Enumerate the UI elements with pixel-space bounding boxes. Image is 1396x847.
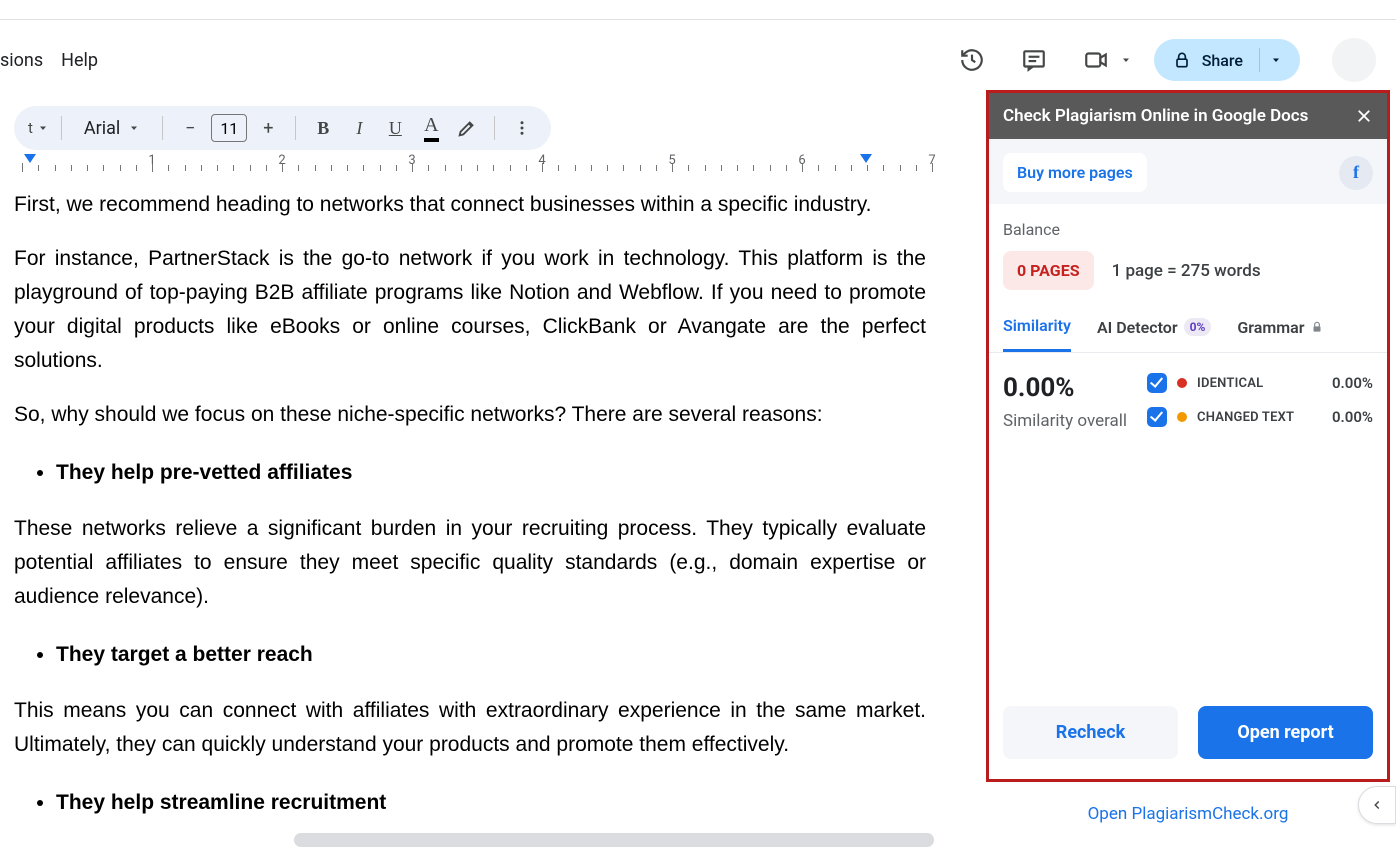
document-page[interactable]: First, we recommend heading to networks … xyxy=(14,188,934,847)
highlight-button[interactable] xyxy=(452,113,482,143)
menu-extensions[interactable]: sions xyxy=(0,50,43,71)
tab-ai-detector[interactable]: AI Detector 0% xyxy=(1097,316,1211,352)
balance-label: Balance xyxy=(1003,220,1373,239)
chevron-down-icon xyxy=(1270,54,1282,66)
ruler-label: 2 xyxy=(278,153,285,168)
fontsize-increase[interactable]: + xyxy=(253,113,283,143)
more-formatting-icon[interactable] xyxy=(507,113,537,143)
recheck-button[interactable]: Recheck xyxy=(1003,706,1178,759)
italic-button[interactable]: I xyxy=(344,113,374,143)
ruler-label: 3 xyxy=(408,153,415,168)
ruler-label: 6 xyxy=(798,153,805,168)
paragraph: First, we recommend heading to networks … xyxy=(14,188,926,222)
avatar[interactable] xyxy=(1332,38,1376,82)
identical-label: IDENTICAL xyxy=(1197,376,1263,391)
fontsize-input[interactable]: 11 xyxy=(211,114,247,142)
dot-identical-icon xyxy=(1177,378,1187,388)
text-color-button[interactable]: A xyxy=(416,113,446,143)
paragraph: These networks relieve a significant bur… xyxy=(14,512,926,614)
side-panel-toggle[interactable] xyxy=(1358,786,1396,824)
close-icon[interactable] xyxy=(1355,107,1373,125)
comments-icon[interactable] xyxy=(1014,40,1054,80)
underline-button[interactable]: U xyxy=(380,113,410,143)
ruler-label: 1 xyxy=(148,153,155,168)
menu-help[interactable]: Help xyxy=(61,50,98,71)
bullet: They help streamline recruitment xyxy=(56,782,926,824)
video-call-icon[interactable] xyxy=(1076,40,1116,80)
font-name: Arial xyxy=(84,118,120,139)
lock-icon xyxy=(1172,50,1192,70)
account-icon[interactable]: f xyxy=(1339,156,1373,190)
style-dropdown[interactable]: t xyxy=(28,113,49,143)
changed-pct: 0.00% xyxy=(1332,408,1373,426)
open-report-button[interactable]: Open report xyxy=(1198,706,1373,759)
changed-label: CHANGED TEXT xyxy=(1197,410,1294,425)
tab-similarity[interactable]: Similarity xyxy=(1003,316,1071,352)
video-dropdown-icon[interactable] xyxy=(1120,54,1132,66)
bold-button[interactable]: B xyxy=(308,113,338,143)
checkbox-identical[interactable] xyxy=(1147,373,1167,393)
share-label: Share xyxy=(1202,51,1243,70)
bullet: They help pre-vetted affiliates xyxy=(56,452,926,494)
similarity-overall-pct: 0.00% xyxy=(1003,373,1127,403)
ruler-label: 7 xyxy=(928,153,935,168)
ruler-label: 5 xyxy=(668,153,675,168)
similarity-overall-label: Similarity overall xyxy=(1003,411,1127,431)
identical-pct: 0.00% xyxy=(1332,374,1373,392)
menubar: sions Help Share xyxy=(0,20,1396,100)
bullet: They target a better reach xyxy=(56,634,926,676)
history-icon[interactable] xyxy=(952,40,992,80)
open-plagiarismcheck-link[interactable]: Open PlagiarismCheck.org xyxy=(1088,804,1289,824)
share-button[interactable]: Share xyxy=(1154,39,1300,81)
paragraph: This means you can connect with affiliat… xyxy=(14,694,926,762)
ruler-left-indent[interactable] xyxy=(24,154,36,163)
paragraph: So, why should we focus on these niche-s… xyxy=(14,398,926,432)
ruler-label: 4 xyxy=(538,153,545,168)
fontsize-decrease[interactable]: − xyxy=(175,113,205,143)
horizontal-scrollbar[interactable] xyxy=(294,833,934,847)
words-equivalent: 1 page = 275 words xyxy=(1112,261,1261,281)
paragraph: For instance, PartnerStack is the go-to … xyxy=(14,242,926,378)
dot-changed-icon xyxy=(1177,412,1187,422)
font-family-select[interactable]: Arial xyxy=(74,118,150,139)
plagiarism-sidebar: Check Plagiarism Online in Google Docs B… xyxy=(986,90,1390,782)
buy-more-pages-button[interactable]: Buy more pages xyxy=(1003,153,1147,192)
ruler[interactable]: 1 2 3 4 5 6 7 xyxy=(12,156,962,180)
external-link-footer: Open PlagiarismCheck.org xyxy=(986,786,1390,841)
lock-icon xyxy=(1310,320,1324,334)
pages-remaining-badge: 0 PAGES xyxy=(1003,251,1094,290)
sidebar-title: Check Plagiarism Online in Google Docs xyxy=(1003,106,1308,126)
formatting-toolbar: t Arial − 11 + B I U A xyxy=(14,106,551,150)
ruler-right-indent[interactable] xyxy=(860,154,872,163)
ai-badge: 0% xyxy=(1184,318,1212,336)
checkbox-changed[interactable] xyxy=(1147,407,1167,427)
tab-grammar[interactable]: Grammar xyxy=(1237,316,1324,352)
